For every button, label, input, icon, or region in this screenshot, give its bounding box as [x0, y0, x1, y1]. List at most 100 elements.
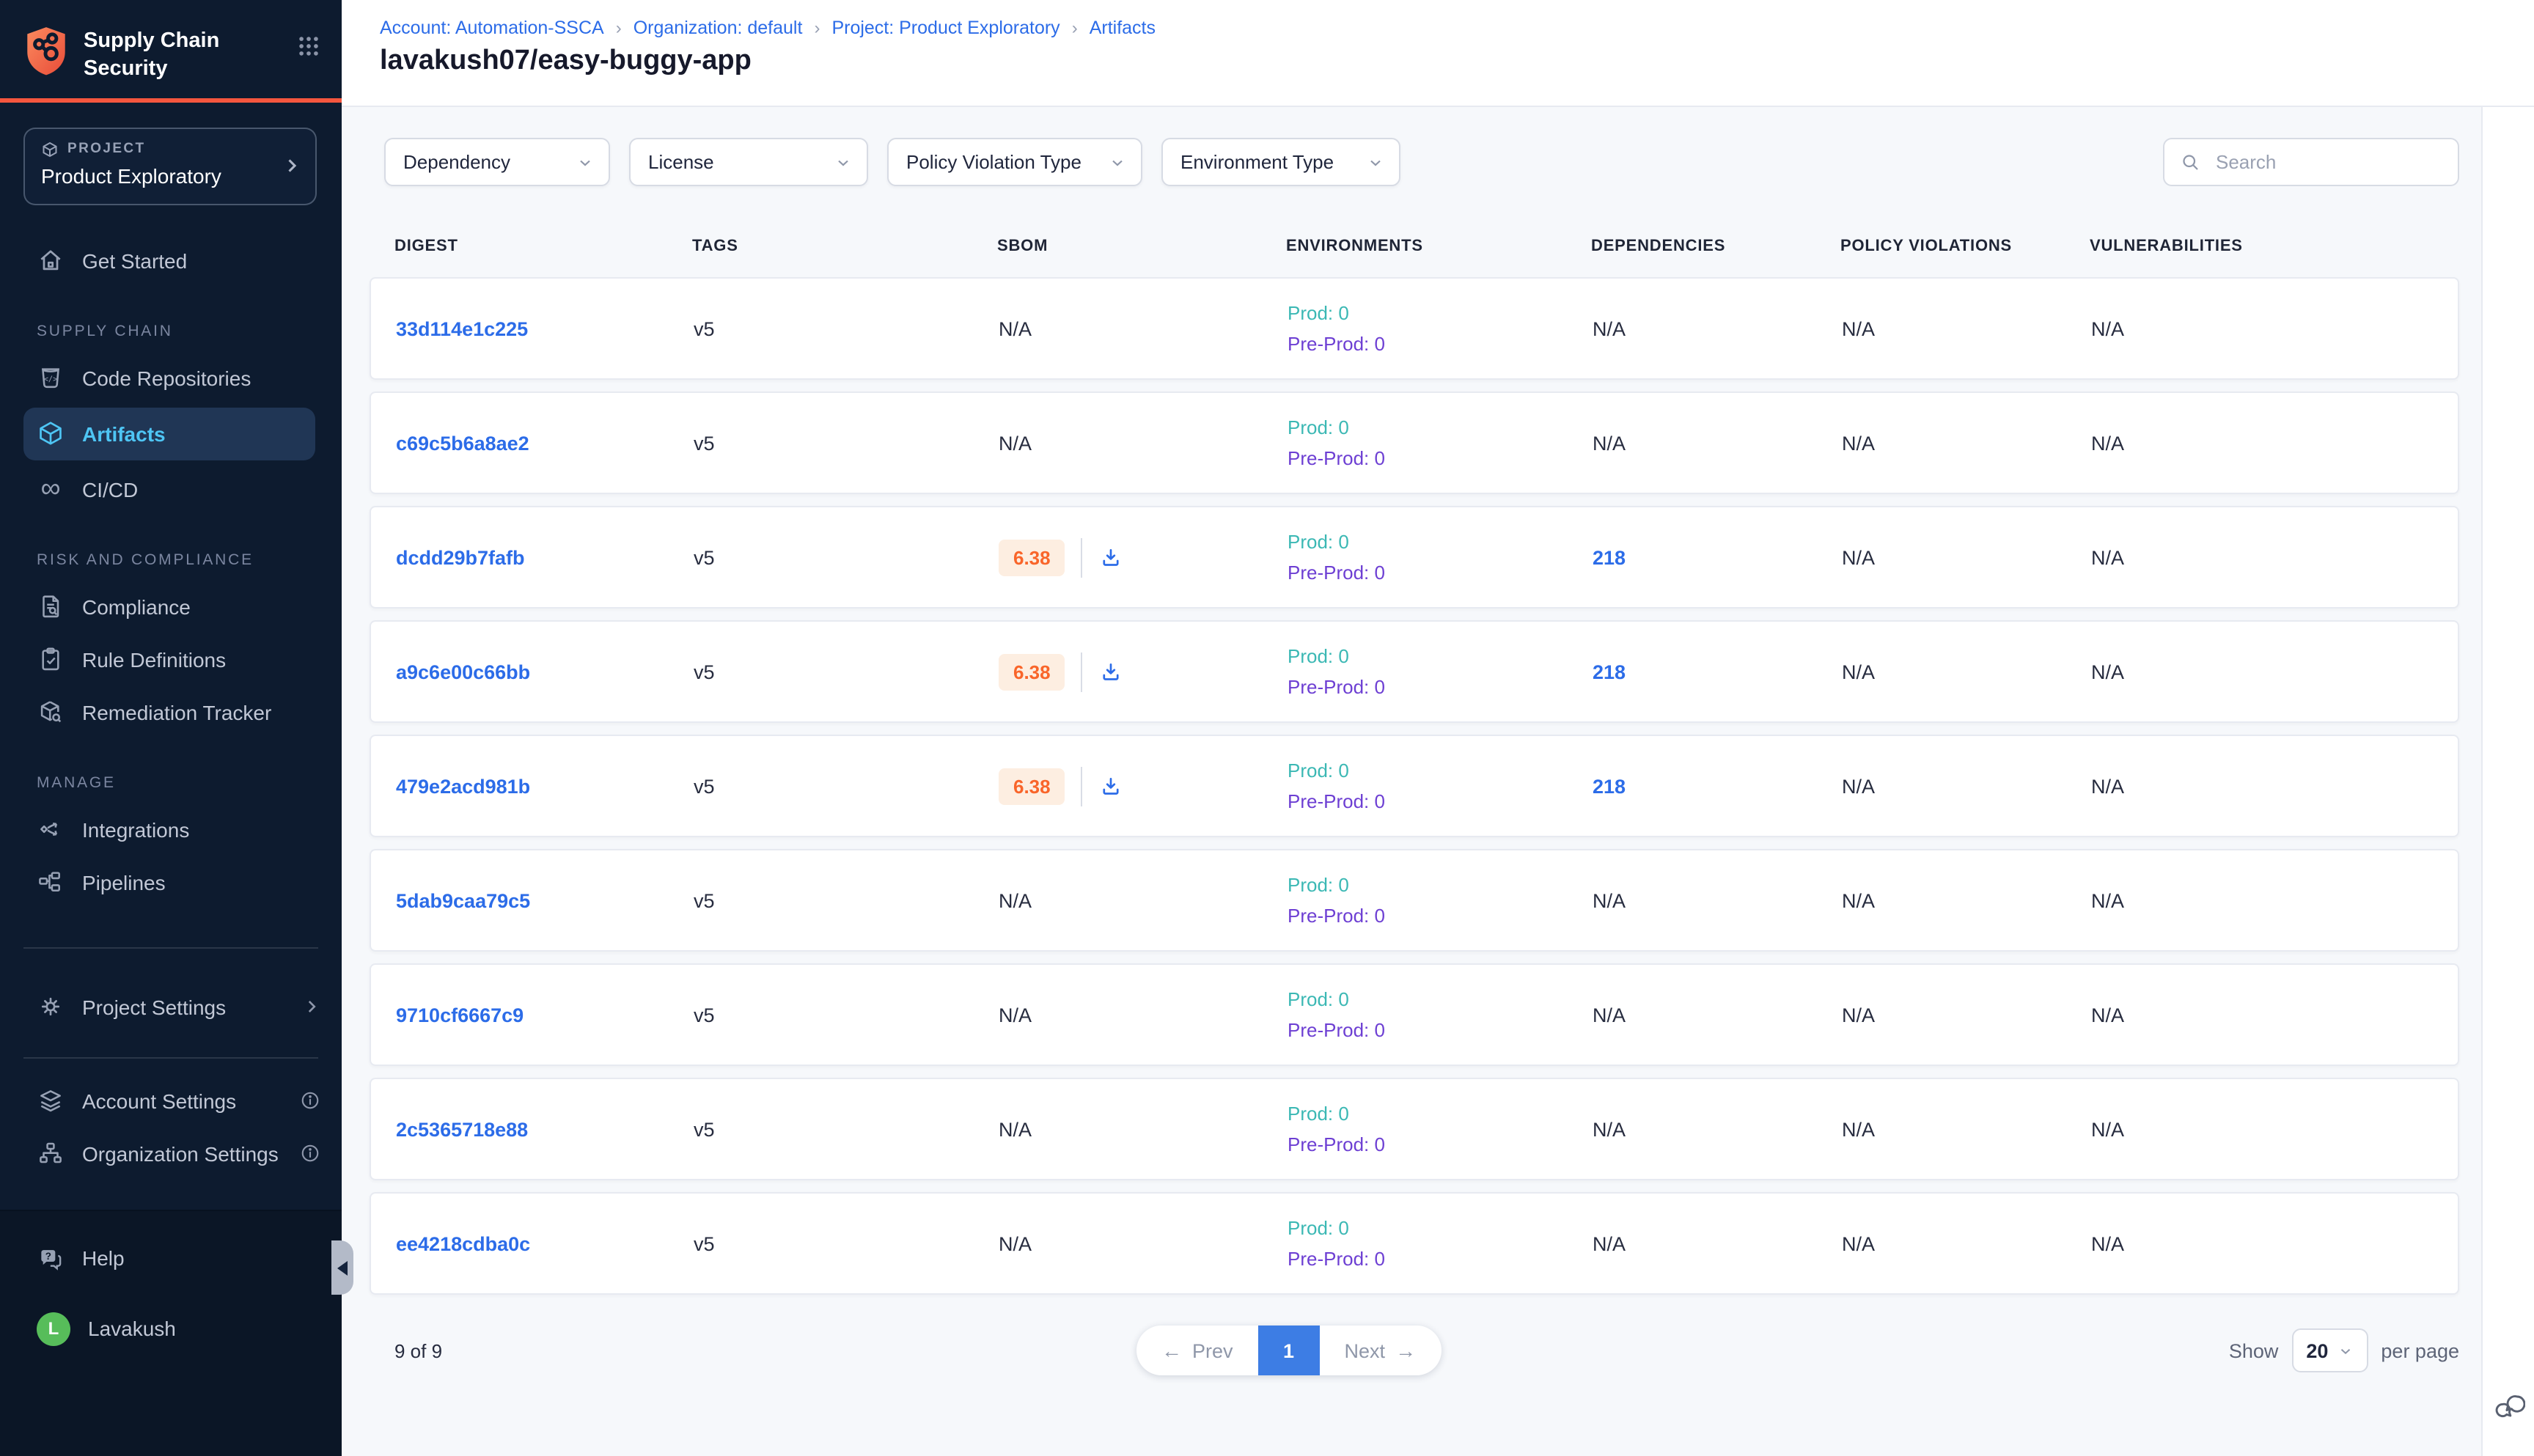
sidebar-item-rule-definitions[interactable]: Rule Definitions: [0, 633, 342, 685]
project-selector[interactable]: PROJECT Product Exploratory: [23, 127, 317, 205]
preprod-count: Pre-Prod: 0: [1288, 1243, 1593, 1274]
infinity-icon: ∞: [37, 475, 65, 503]
dependencies-link[interactable]: 218: [1593, 775, 1626, 797]
sidebar-item-pipelines[interactable]: Pipelines: [0, 856, 342, 908]
vulnerabilities-value: N/A: [2091, 1118, 2458, 1140]
home-icon: [37, 246, 65, 274]
preprod-count: Pre-Prod: 0: [1288, 557, 1593, 588]
chevron-down-icon: [1109, 153, 1126, 171]
prev-page-button[interactable]: ← Prev: [1136, 1326, 1258, 1375]
download-sbom-icon[interactable]: [1099, 659, 1124, 684]
compliance-doc-icon: [37, 592, 65, 620]
sidebar-item-compliance[interactable]: Compliance: [0, 580, 342, 633]
user-menu[interactable]: L Lavakush: [0, 1302, 342, 1355]
preprod-count: Pre-Prod: 0: [1288, 1015, 1593, 1045]
sidebar-item-organization-settings[interactable]: Organization Settings: [0, 1127, 342, 1180]
info-icon: [299, 1089, 321, 1111]
arrow-right-icon: →: [1395, 1339, 1416, 1362]
box-wrench-icon: [37, 698, 65, 726]
help-chat-icon: ?: [37, 1244, 65, 1272]
chat-bubbles-icon[interactable]: [2492, 1389, 2524, 1421]
digest-link[interactable]: 9710cf6667c9: [396, 1004, 524, 1026]
prod-count: Prod: 0: [1288, 526, 1593, 557]
sidebar-item-label: Account Settings: [82, 1089, 236, 1112]
license-filter-dropdown[interactable]: License: [629, 138, 868, 186]
environments-cell: Prod: 0 Pre-Prod: 0: [1288, 298, 1593, 359]
policy-violations-value: N/A: [1842, 661, 2091, 683]
digest-link[interactable]: 479e2acd981b: [396, 775, 530, 797]
environments-cell: Prod: 0 Pre-Prod: 0: [1288, 1213, 1593, 1274]
prod-count: Prod: 0: [1288, 412, 1593, 443]
digest-link[interactable]: 2c5365718e88: [396, 1118, 528, 1140]
sidebar-item-cicd[interactable]: ∞ CI/CD: [0, 463, 342, 515]
sbom-cell: 6.38: [999, 652, 1288, 691]
preprod-count: Pre-Prod: 0: [1288, 328, 1593, 359]
policy-violations-value: N/A: [1842, 775, 2091, 797]
breadcrumb-account[interactable]: Account: Automation-SSCA: [380, 18, 604, 38]
chevron-down-icon: [834, 153, 852, 171]
digest-link[interactable]: dcdd29b7fafb: [396, 546, 525, 568]
breadcrumb-organization[interactable]: Organization: default: [634, 18, 803, 38]
sidebar-item-code-repositories[interactable]: </> Code Repositories: [0, 351, 342, 404]
vulnerabilities-value: N/A: [2091, 661, 2458, 683]
dependencies-link[interactable]: 218: [1593, 661, 1626, 683]
table-row: 2c5365718e88 v5 N/A Prod: 0 Pre-Prod: 0 …: [370, 1078, 2459, 1180]
table-header: DIGEST TAGS SBOM ENVIRONMENTS DEPENDENCI…: [370, 238, 2459, 255]
download-sbom-icon[interactable]: [1099, 545, 1124, 570]
chevron-right-icon: ›: [814, 18, 820, 38]
section-title-manage: MANAGE: [0, 773, 342, 791]
dependencies-value: N/A: [1593, 889, 1842, 911]
digest-link[interactable]: ee4218cdba0c: [396, 1232, 530, 1254]
environments-cell: Prod: 0 Pre-Prod: 0: [1288, 984, 1593, 1045]
dependency-filter-dropdown[interactable]: Dependency: [384, 138, 610, 186]
logo-row: Supply Chain Security: [0, 0, 342, 82]
breadcrumb: Account: Automation-SSCA › Organization:…: [380, 18, 2534, 38]
digest-link[interactable]: 33d114e1c225: [396, 317, 528, 339]
sidebar-item-project-settings[interactable]: Project Settings: [0, 980, 342, 1033]
chevron-down-icon: [1367, 153, 1384, 171]
divider: [23, 946, 318, 948]
digest-link[interactable]: c69c5b6a8ae2: [396, 432, 529, 454]
sidebar-item-help[interactable]: ? Help: [0, 1232, 342, 1284]
table-row: 5dab9caa79c5 v5 N/A Prod: 0 Pre-Prod: 0 …: [370, 849, 2459, 952]
chevron-right-icon: ›: [616, 18, 622, 38]
next-page-button[interactable]: Next →: [1320, 1326, 1442, 1375]
vulnerabilities-value: N/A: [2091, 432, 2458, 454]
policy-violations-value: N/A: [1842, 317, 2091, 339]
search-input[interactable]: [2213, 150, 2443, 174]
breadcrumb-artifacts[interactable]: Artifacts: [1090, 18, 1156, 38]
dependencies-value: N/A: [1593, 1232, 1842, 1254]
digest-link[interactable]: 5dab9caa79c5: [396, 889, 530, 911]
environment-type-filter-dropdown[interactable]: Environment Type: [1161, 138, 1400, 186]
prod-count: Prod: 0: [1288, 1213, 1593, 1243]
chevron-down-icon: [2337, 1342, 2353, 1358]
policy-violation-type-filter-dropdown[interactable]: Policy Violation Type: [887, 138, 1142, 186]
page-size-select[interactable]: 20: [2291, 1328, 2368, 1372]
main-area: Account: Automation-SSCA › Organization:…: [342, 0, 2534, 1456]
dependencies-link[interactable]: 218: [1593, 546, 1626, 568]
divider: [23, 1056, 318, 1058]
current-page-button[interactable]: 1: [1258, 1326, 1320, 1375]
environments-cell: Prod: 0 Pre-Prod: 0: [1288, 755, 1593, 817]
prod-count: Prod: 0: [1288, 984, 1593, 1015]
sidebar-item-artifacts[interactable]: Artifacts: [23, 407, 315, 460]
user-name: Lavakush: [88, 1317, 176, 1340]
table-footer: 9 of 9 ← Prev 1 Next → Show 20: [370, 1318, 2459, 1383]
sidebar-item-account-settings[interactable]: Account Settings: [0, 1074, 342, 1127]
table-row: a9c6e00c66bb v5 6.38 Pr: [370, 620, 2459, 723]
sidebar-item-integrations[interactable]: Integrations: [0, 803, 342, 856]
pipelines-icon: [37, 868, 65, 896]
digest-link[interactable]: a9c6e00c66bb: [396, 661, 530, 683]
prod-count: Prod: 0: [1288, 298, 1593, 328]
filter-label: Environment Type: [1180, 151, 1334, 173]
sidebar-collapse-handle[interactable]: [331, 1240, 353, 1295]
sbom-value: N/A: [999, 889, 1288, 911]
avatar: L: [37, 1312, 70, 1345]
breadcrumb-project[interactable]: Project: Product Exploratory: [831, 18, 1059, 38]
module-grid-icon[interactable]: [296, 34, 321, 59]
preprod-count: Pre-Prod: 0: [1288, 1129, 1593, 1160]
download-sbom-icon[interactable]: [1099, 773, 1124, 798]
policy-violations-value: N/A: [1842, 432, 2091, 454]
sidebar-item-remediation-tracker[interactable]: Remediation Tracker: [0, 685, 342, 738]
sidebar-item-get-started[interactable]: Get Started: [0, 234, 342, 287]
